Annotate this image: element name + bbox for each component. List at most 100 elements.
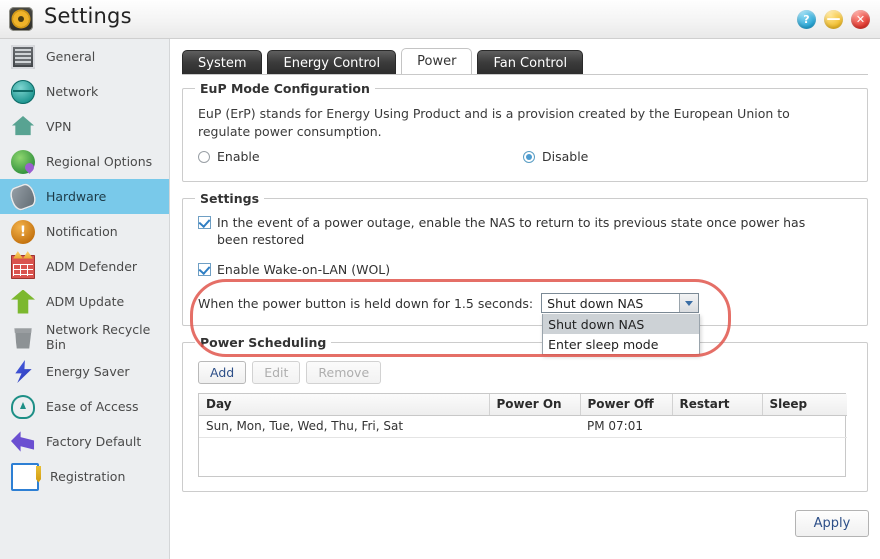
sidebar-item-label: General: [46, 49, 96, 64]
eup-description: EuP (ErP) stands for Energy Using Produc…: [198, 106, 790, 139]
hardware-chip-icon: [7, 181, 39, 212]
settings-legend: Settings: [195, 191, 265, 206]
chevron-down-icon[interactable]: [679, 294, 699, 312]
sidebar-item-label: ADM Defender: [46, 259, 138, 274]
power-outage-checkbox[interactable]: In the event of a power outage, enable t…: [198, 214, 818, 248]
sidebar-item-regional-options[interactable]: Regional Options: [0, 144, 169, 179]
sidebar-item-label: Network Recycle Bin: [46, 321, 151, 352]
sidebar-item-general[interactable]: General: [0, 39, 169, 74]
cell-power-on: [489, 415, 580, 438]
column-header-restart[interactable]: Restart: [672, 394, 763, 416]
sidebar-item-label: Factory Default: [46, 434, 142, 449]
eup-legend: EuP Mode Configuration: [195, 81, 375, 96]
eup-enable-label: Enable: [217, 149, 260, 164]
up-arrow-icon: [11, 289, 35, 314]
tab-system[interactable]: System: [182, 50, 263, 75]
clipboard-pencil-icon: [11, 462, 39, 491]
wake-on-lan-checkbox[interactable]: Enable Wake-on-LAN (WOL): [198, 261, 818, 278]
sidebar-item-factory-default[interactable]: Factory Default: [0, 424, 169, 459]
cell-power-off: PM 07:01: [580, 415, 672, 438]
column-header-sleep[interactable]: Sleep: [762, 394, 847, 416]
wake-on-lan-label: Enable Wake-on-LAN (WOL): [217, 262, 391, 277]
scheduling-toolbar: Add Edit Remove: [198, 361, 382, 384]
sidebar-item-network[interactable]: Network: [0, 74, 169, 109]
window-controls: ? — ✕: [797, 10, 870, 29]
cloud-upload-icon: [11, 395, 35, 419]
firewall-icon: [11, 254, 35, 279]
sidebar-item-label: Registration: [50, 469, 126, 484]
sidebar-item-label: Energy Saver: [46, 364, 130, 379]
trash-bin-icon: [14, 328, 32, 349]
help-button[interactable]: ?: [797, 10, 816, 29]
globe-pin-icon: [11, 149, 35, 174]
cell-restart: [672, 415, 762, 438]
sidebar-item-label: Regional Options: [46, 154, 153, 169]
tab-energy-control[interactable]: Energy Control: [267, 50, 397, 75]
sidebar-item-adm-defender[interactable]: ADM Defender: [0, 249, 169, 284]
checkbox-checked-icon: [198, 263, 211, 276]
undo-arrow-icon: [11, 431, 35, 452]
sidebar-item-label: Notification: [46, 224, 118, 239]
power-button-behavior-dropdown: Shut down NAS Enter sleep mode: [542, 314, 701, 355]
remove-button[interactable]: Remove: [306, 361, 382, 384]
column-header-day[interactable]: Day: [199, 394, 490, 416]
minimize-icon: —: [826, 11, 841, 27]
sidebar-item-adm-update[interactable]: ADM Update: [0, 284, 169, 319]
lightning-bolt-icon: [15, 359, 32, 384]
eup-radio-group: Enable Disable: [198, 149, 838, 167]
sidebar-item-label: VPN: [46, 119, 72, 134]
eup-enable-radio[interactable]: Enable: [198, 149, 260, 164]
close-icon: ✕: [855, 13, 866, 26]
settings-window: Settings ? — ✕ General Network VPN Regio…: [0, 0, 880, 559]
eup-disable-radio[interactable]: Disable: [523, 149, 588, 164]
sidebar-item-energy-saver[interactable]: Energy Saver: [0, 354, 169, 389]
edit-button[interactable]: Edit: [252, 361, 301, 384]
sidebar-item-vpn[interactable]: VPN: [0, 109, 169, 144]
tab-power[interactable]: Power: [401, 48, 473, 75]
window-title: Settings: [44, 4, 132, 28]
tab-underline: [182, 74, 868, 75]
tab-bar: System Energy Control Power Fan Control: [182, 48, 588, 75]
notification-alert-icon: [11, 219, 35, 244]
sidebar-item-ease-of-access[interactable]: Ease of Access: [0, 389, 169, 424]
sidebar-item-notification[interactable]: Notification: [0, 214, 169, 249]
option-enter-sleep-mode[interactable]: Enter sleep mode: [543, 334, 699, 354]
column-header-power-off[interactable]: Power Off: [580, 394, 673, 416]
power-outage-label: In the event of a power outage, enable t…: [217, 215, 806, 247]
sidebar-item-network-recycle-bin[interactable]: Network Recycle Bin: [0, 319, 169, 354]
power-button-behavior-label: When the power button is held down for 1…: [198, 295, 534, 311]
column-header-power-on[interactable]: Power On: [489, 394, 581, 416]
main-content: System Energy Control Power Fan Control …: [171, 39, 880, 559]
server-rack-icon: [11, 44, 35, 69]
cell-sleep: [762, 415, 847, 438]
sidebar-item-label: Network: [46, 84, 99, 99]
settings-panel: Settings In the event of a power outage,…: [182, 191, 868, 355]
globe-network-icon: [11, 79, 35, 104]
title-bar: Settings ? — ✕: [0, 0, 880, 39]
schedule-table: Day Power On Power Off Restart Sleep Sun…: [198, 393, 847, 477]
power-scheduling-panel: Power Scheduling Add Edit Remove Day Pow…: [182, 335, 868, 492]
power-scheduling-legend: Power Scheduling: [195, 335, 332, 350]
option-shut-down-nas[interactable]: Shut down NAS: [543, 314, 700, 334]
cell-day: Sun, Mon, Tue, Wed, Thu, Fri, Sat: [199, 415, 489, 438]
sidebar-item-registration[interactable]: Registration: [0, 459, 169, 494]
vpn-house-icon: [11, 115, 35, 136]
help-icon: ?: [803, 13, 810, 26]
add-button[interactable]: Add: [198, 361, 247, 384]
tab-fan-control[interactable]: Fan Control: [477, 50, 584, 75]
close-button[interactable]: ✕: [851, 10, 870, 29]
sidebar-item-hardware[interactable]: Hardware: [0, 179, 169, 214]
table-header-row: Day Power On Power Off Restart Sleep: [199, 394, 847, 416]
table-row[interactable]: Sun, Mon, Tue, Wed, Thu, Fri, Sat PM 07:…: [199, 415, 847, 438]
apply-button[interactable]: Apply: [795, 510, 869, 537]
power-button-behavior-row: When the power button is held down for 1…: [198, 293, 701, 355]
radio-circle-selected-icon: [523, 150, 535, 163]
power-button-behavior-select[interactable]: Shut down NAS Shut down NAS Enter sleep …: [541, 293, 701, 355]
minimize-button[interactable]: —: [824, 10, 843, 29]
settings-gear-icon: [9, 7, 33, 31]
checkbox-checked-icon: [198, 216, 211, 229]
sidebar: General Network VPN Regional Options Har…: [0, 39, 170, 559]
eup-mode-configuration-panel: EuP Mode Configuration EuP (ErP) stands …: [182, 81, 868, 182]
radio-circle-icon: [198, 150, 210, 163]
sidebar-item-label: Hardware: [46, 189, 107, 204]
